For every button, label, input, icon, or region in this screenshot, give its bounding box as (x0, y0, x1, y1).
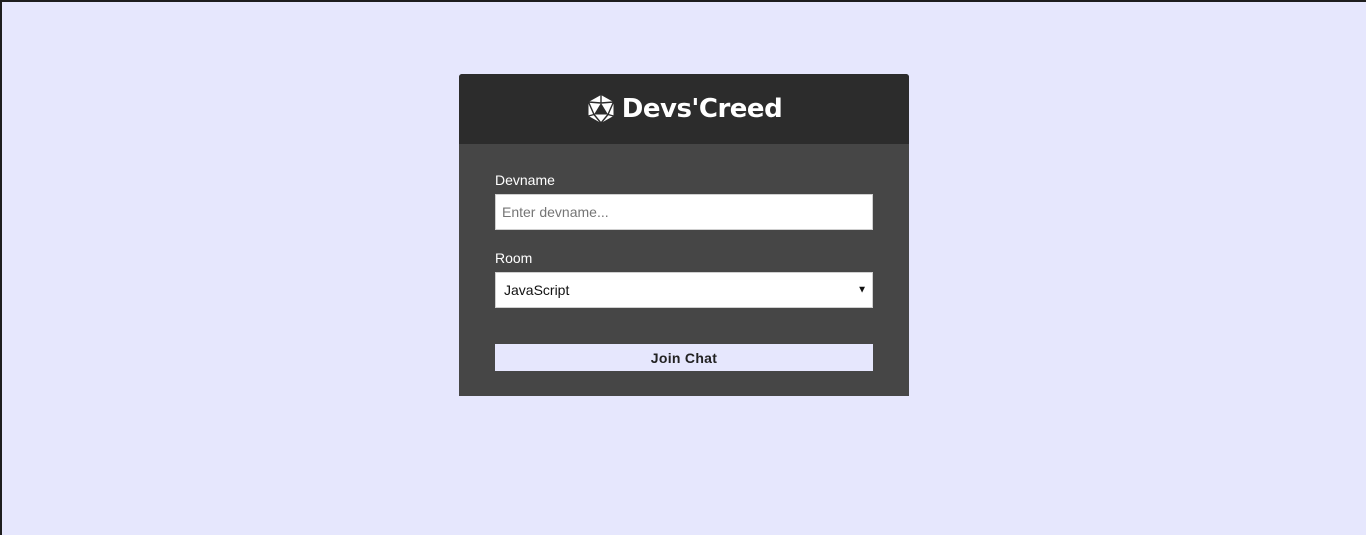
caret-down-icon: ▼ (857, 284, 867, 296)
app-title: Devs'Creed (621, 94, 783, 124)
room-group: Room JavaScript ▼ (495, 250, 873, 308)
devname-group: Devname (495, 172, 873, 230)
join-form: Devname Room JavaScript ▼ Join Chat (459, 144, 909, 371)
room-select-value[interactable]: JavaScript (495, 272, 873, 308)
room-label: Room (495, 250, 533, 266)
d20-dice-icon (586, 94, 616, 124)
devname-label: Devname (495, 172, 555, 188)
card-header: Devs'Creed (459, 74, 909, 144)
login-card: Devs'Creed Devname Room JavaScript ▼ Joi… (459, 74, 909, 396)
join-chat-button[interactable]: Join Chat (495, 344, 873, 371)
room-select[interactable]: JavaScript ▼ (495, 272, 873, 308)
devname-input[interactable] (495, 194, 873, 230)
